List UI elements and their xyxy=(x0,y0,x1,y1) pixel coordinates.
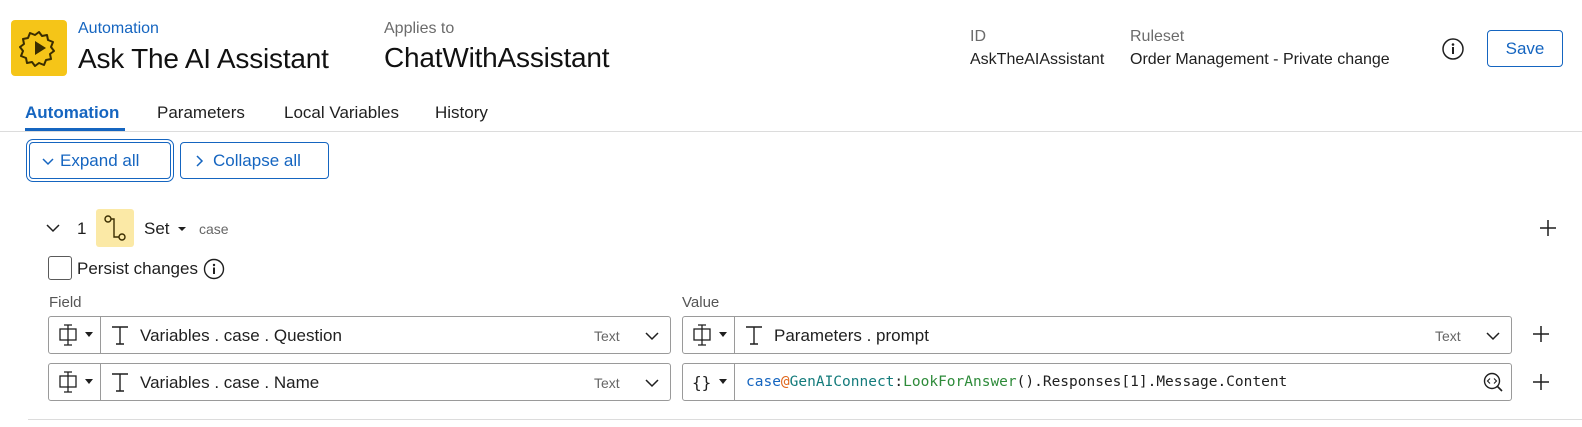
applies-to-value: ChatWithAssistant xyxy=(384,42,610,73)
text-type-icon xyxy=(112,326,128,345)
add-row-icon[interactable] xyxy=(1532,373,1550,391)
chevron-right-icon xyxy=(196,154,204,167)
chevron-down-icon[interactable] xyxy=(1485,328,1501,344)
value-column-header: Value xyxy=(682,294,720,311)
expr-token: : xyxy=(894,374,904,390)
info-icon[interactable] xyxy=(203,258,225,280)
active-tab-indicator xyxy=(25,128,125,131)
value-type: Text xyxy=(1435,328,1461,344)
gear-play-icon xyxy=(11,20,67,76)
chevron-down-icon xyxy=(42,157,54,165)
value-selector-row-1[interactable]: Parameters . prompt Text xyxy=(682,316,1512,354)
property-select-icon[interactable] xyxy=(49,317,101,353)
add-row-icon[interactable] xyxy=(1532,325,1550,343)
expr-token: LookForAnswer xyxy=(903,374,1017,390)
caret-down-icon xyxy=(178,227,187,231)
tab-history[interactable]: History xyxy=(435,103,488,123)
step-action-dropdown[interactable]: Set xyxy=(144,219,187,239)
tab-automation[interactable]: Automation xyxy=(25,103,119,123)
field-selector-row-1[interactable]: Variables . case . Question Text xyxy=(48,316,671,354)
page-title: Ask The AI Assistant xyxy=(78,43,329,74)
id-value: AskTheAIAssistant xyxy=(970,51,1105,68)
chevron-down-icon[interactable] xyxy=(644,375,660,391)
expand-all-button[interactable]: Expand all xyxy=(29,142,171,179)
tab-parameters[interactable]: Parameters xyxy=(157,103,245,123)
tab-bar: Automation Parameters Local Variables Hi… xyxy=(0,96,1582,132)
field-column-header: Field xyxy=(49,294,82,311)
step-number: 1 xyxy=(77,219,87,238)
svg-text:{}: {} xyxy=(692,373,711,392)
step-action-label: Set xyxy=(144,219,170,238)
text-type-icon xyxy=(746,326,762,345)
expression-text[interactable]: case@GenAIConnect:LookForAnswer().Respon… xyxy=(746,374,1287,390)
persist-changes-label: Persist changes xyxy=(77,259,198,278)
field-path: Variables . case . Name xyxy=(140,373,320,392)
expr-token: GenAIConnect xyxy=(789,374,895,390)
save-button[interactable]: Save xyxy=(1487,30,1563,67)
collapse-all-button[interactable]: Collapse all xyxy=(180,142,329,179)
expand-all-label: Expand all xyxy=(60,150,140,170)
braces-icon[interactable]: {} xyxy=(683,364,735,400)
expr-token: ().Responses[1].Message.Content xyxy=(1016,374,1288,390)
step-target: case xyxy=(199,221,229,237)
chevron-down-icon[interactable] xyxy=(644,328,660,344)
field-type: Text xyxy=(594,375,620,391)
field-type: Text xyxy=(594,328,620,344)
step-header: 1 Set case xyxy=(0,208,1582,248)
code-search-icon[interactable] xyxy=(1482,371,1504,393)
flow-icon xyxy=(96,209,134,247)
persist-changes-checkbox[interactable] xyxy=(48,256,72,280)
chevron-down-icon[interactable] xyxy=(45,220,61,236)
id-label: ID xyxy=(970,28,986,45)
info-icon[interactable] xyxy=(1441,37,1465,61)
collapse-all-label: Collapse all xyxy=(213,150,301,170)
expression-input-row-2[interactable]: {} case@GenAIConnect:LookForAnswer().Res… xyxy=(682,363,1512,401)
property-select-icon[interactable] xyxy=(49,364,101,400)
applies-to-label: Applies to xyxy=(384,20,455,37)
field-path: Variables . case . Question xyxy=(140,326,342,345)
expr-token: case xyxy=(746,374,781,390)
ruleset-value: Order Management - Private change xyxy=(1130,51,1390,68)
field-selector-row-2[interactable]: Variables . case . Name Text xyxy=(48,363,671,401)
property-select-icon[interactable] xyxy=(683,317,735,353)
add-step-icon[interactable] xyxy=(1539,219,1557,237)
value-path: Parameters . prompt xyxy=(774,326,929,345)
expr-token: @ xyxy=(780,374,790,390)
category-label[interactable]: Automation xyxy=(78,20,159,38)
ruleset-label: Ruleset xyxy=(1130,28,1185,45)
tab-local-variables[interactable]: Local Variables xyxy=(284,103,399,123)
divider xyxy=(28,419,1582,420)
header: Automation Ask The AI Assistant Applies … xyxy=(0,0,1582,96)
text-type-icon xyxy=(112,373,128,392)
